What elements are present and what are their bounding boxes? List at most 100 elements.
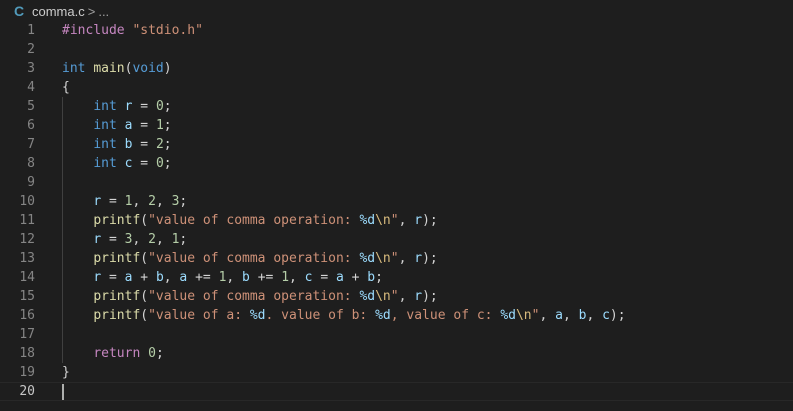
code-token: , xyxy=(398,213,415,228)
code-text[interactable]: printf("value of comma operation: %d\n",… xyxy=(62,211,437,230)
line-number: 9 xyxy=(27,175,35,190)
code-token: c xyxy=(304,270,313,285)
code-line[interactable]: 20 xyxy=(0,382,793,401)
code-token: ; xyxy=(179,232,188,247)
code-text[interactable] xyxy=(62,383,64,400)
code-token: ; xyxy=(163,156,172,171)
indent-guide xyxy=(62,325,63,344)
code-line[interactable]: 6 int a = 1; xyxy=(0,116,793,135)
code-token: b xyxy=(242,270,250,285)
c-language-icon: C xyxy=(14,3,25,19)
line-number: 12 xyxy=(19,232,35,247)
line-number: 11 xyxy=(19,213,35,228)
code-line[interactable]: 11 printf("value of comma operation: %d\… xyxy=(0,211,793,230)
code-token: = xyxy=(101,232,125,247)
line-number: 14 xyxy=(19,270,35,285)
code-token: int xyxy=(93,118,117,133)
code-token: , xyxy=(132,194,149,209)
code-text[interactable]: int b = 2; xyxy=(62,135,172,154)
code-token: c xyxy=(602,308,610,323)
code-token: int xyxy=(62,61,86,76)
code-token: = xyxy=(101,270,125,285)
line-number: 15 xyxy=(19,289,35,304)
code-token: = xyxy=(132,118,156,133)
code-line[interactable]: 8 int c = 0; xyxy=(0,154,793,173)
code-token: "value of comma operation: xyxy=(148,251,360,266)
code-line[interactable]: 10 r = 1, 2, 3; xyxy=(0,192,793,211)
code-line[interactable]: 1 #include "stdio.h" xyxy=(0,21,793,40)
code-text[interactable]: int a = 1; xyxy=(62,116,171,135)
line-number: 2 xyxy=(27,42,35,57)
code-line[interactable]: 14 r = a + b, a += 1, b += 1, c = a + b; xyxy=(0,268,793,287)
code-text[interactable]: printf("value of a: %d. value of b: %d, … xyxy=(62,306,625,325)
code-token: ); xyxy=(422,251,438,266)
line-number: 1 xyxy=(27,23,35,38)
code-text[interactable]: r = a + b, a += 1, b += 1, c = a + b; xyxy=(62,268,383,287)
code-text[interactable]: { xyxy=(62,78,70,97)
code-token: "value of comma operation: xyxy=(148,289,360,304)
code-token: , value of c: xyxy=(390,308,501,323)
breadcrumb-file[interactable]: comma.c xyxy=(32,4,85,19)
code-line[interactable]: 18 return 0; xyxy=(0,344,793,363)
code-token: 2 xyxy=(148,232,156,247)
breadcrumb-more[interactable]: ... xyxy=(98,4,109,19)
code-line[interactable]: 5 int r = 0; xyxy=(0,97,793,116)
code-line[interactable]: 7 int b = 2; xyxy=(0,135,793,154)
code-text[interactable]: printf("value of comma operation: %d\n",… xyxy=(62,287,437,306)
code-area[interactable]: 1 #include "stdio.h" 2 3 int main(void) 4{5 i… xyxy=(0,21,793,401)
code-token: { xyxy=(62,80,70,95)
indent-guide xyxy=(62,173,63,192)
code-token: 1 xyxy=(155,118,164,133)
code-token: + xyxy=(343,270,368,285)
code-editor[interactable]: C comma.c > ... 1 #include "stdio.h" 2 3 int… xyxy=(0,0,793,411)
code-token: ( xyxy=(140,251,149,266)
code-text[interactable]: #include "stdio.h" xyxy=(62,21,203,40)
code-token: += xyxy=(187,270,219,285)
code-text[interactable]: } xyxy=(62,363,70,382)
line-number: 16 xyxy=(19,308,35,323)
code-text[interactable]: return 0; xyxy=(62,344,163,363)
breadcrumb: C comma.c > ... xyxy=(0,0,793,22)
code-text[interactable]: r = 1, 2, 3; xyxy=(62,192,187,211)
line-number: 7 xyxy=(27,137,35,152)
code-token: , xyxy=(398,251,415,266)
code-line[interactable]: 19} xyxy=(0,363,793,382)
code-text[interactable]: int c = 0; xyxy=(62,154,172,173)
code-token: , xyxy=(539,308,556,323)
code-token: ; xyxy=(375,270,383,285)
code-line[interactable]: 13 printf("value of comma operation: %d\… xyxy=(0,249,793,268)
code-line[interactable]: 9 xyxy=(0,173,793,192)
code-token: 2 xyxy=(148,194,156,209)
code-line[interactable]: 16 printf("value of a: %d. value of b: %… xyxy=(0,306,793,325)
code-token: %d xyxy=(359,213,376,228)
code-text[interactable]: int r = 0; xyxy=(62,97,171,116)
code-token: 0 xyxy=(155,156,164,171)
code-token: ) xyxy=(163,61,172,76)
code-line[interactable]: 4{ xyxy=(0,78,793,97)
code-line[interactable]: 2 xyxy=(0,40,793,59)
code-line[interactable]: 15 printf("value of comma operation: %d\… xyxy=(0,287,793,306)
code-text[interactable]: int main(void) xyxy=(62,59,172,78)
code-token: \n xyxy=(375,213,391,228)
code-token: = xyxy=(101,194,125,209)
code-line[interactable]: 17 xyxy=(0,325,793,344)
code-text[interactable]: r = 3, 2, 1; xyxy=(62,230,187,249)
code-token: a xyxy=(555,308,563,323)
code-line[interactable]: 3 int main(void) xyxy=(0,59,793,78)
line-number: 6 xyxy=(27,118,35,133)
code-text[interactable]: printf("value of comma operation: %d\n",… xyxy=(62,249,438,268)
code-token: ( xyxy=(140,289,149,304)
code-token: = xyxy=(132,99,156,114)
code-token: %d xyxy=(249,308,266,323)
code-token: r xyxy=(93,194,102,209)
code-token: #include xyxy=(62,23,125,38)
code-token: ; xyxy=(163,137,172,152)
code-line[interactable]: 12 r = 3, 2, 1; xyxy=(0,230,793,249)
